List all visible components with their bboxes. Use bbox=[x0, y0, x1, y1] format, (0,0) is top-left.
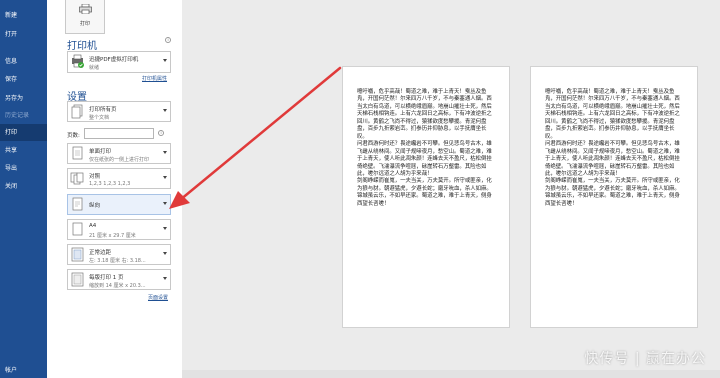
paper-size-dropdown[interactable]: A4 21 厘米 x 29.7 厘米 bbox=[67, 219, 171, 240]
sides-dropdown[interactable]: 单面打印 仅在纸张的一侧上进行打印 bbox=[67, 143, 171, 164]
portrait-orientation-icon bbox=[72, 197, 83, 211]
document-pages-icon bbox=[71, 104, 83, 119]
page-setup-link[interactable]: 页面设置 bbox=[148, 294, 168, 301]
preview-page-1: 噫吁嚱，危乎高哉！蜀道之难，难于上青天！蚕丛及鱼凫，开国何茫然！尔来四万八千岁，… bbox=[342, 66, 510, 328]
printer-status: 就绪 bbox=[89, 65, 100, 71]
print-button-label: 打印 bbox=[79, 21, 90, 27]
pages-per-sheet-icon bbox=[71, 272, 84, 287]
collate-dropdown[interactable]: 对照 1,2,3 1,2,3 1,2,3 bbox=[67, 168, 171, 189]
collate-icon bbox=[70, 172, 84, 185]
nav-item-share[interactable]: 共享 bbox=[0, 142, 47, 159]
single-sided-icon bbox=[72, 146, 83, 160]
pdf-printer-icon bbox=[72, 54, 84, 68]
pages-input[interactable] bbox=[84, 128, 154, 139]
pages-per-sheet-label: 每版打印 1 页 bbox=[89, 275, 124, 281]
pages-per-sheet-dropdown[interactable]: 每版打印 1 页 缩放到 14 厘米 x 20.3... bbox=[67, 269, 171, 290]
orientation-dropdown[interactable]: 纵向 bbox=[67, 194, 171, 215]
printer-name: 迅捷PDF虚拟打印机 bbox=[89, 57, 139, 63]
paper-size-label: A4 bbox=[89, 223, 97, 229]
chevron-down-icon bbox=[163, 227, 167, 230]
preview-page-2-text: 噫吁嚱，危乎高哉！蜀道之难，难于上青天！蚕丛及鱼凫，开国何茫然！尔来四万八千岁，… bbox=[545, 89, 680, 207]
margins-detail: 左: 3.18 厘米 右: 3.18... bbox=[89, 258, 146, 264]
print-scope-dropdown[interactable]: 打印所有页 整个文档 bbox=[67, 101, 171, 122]
print-backstage: 新建 打开 信息 保存 另存为 历史记录 打印 共享 导出 关闭 帐户 打印 打… bbox=[0, 0, 720, 378]
nav-item-export[interactable]: 导出 bbox=[0, 160, 47, 177]
print-preview: 噫吁嚱，危乎高哉！蜀道之难，难于上青天！蚕丛及鱼凫，开国何茫然！尔来四万八千岁，… bbox=[182, 0, 720, 378]
preview-page-1-text: 噫吁嚱，危乎高哉！蜀道之难，难于上青天！蚕丛及鱼凫，开国何茫然！尔来四万八千岁，… bbox=[357, 89, 492, 207]
nav-item-save[interactable]: 保存 bbox=[0, 71, 47, 88]
chevron-down-icon bbox=[163, 109, 167, 112]
print-settings-panel: 打印 打印机 i 迅捷PDF虚拟打印机 就绪 打印机属性 设置 打印所有页 整个… bbox=[47, 0, 182, 378]
chevron-down-icon bbox=[163, 176, 167, 179]
collate-detail: 1,2,3 1,2,3 1,2,3 bbox=[89, 181, 131, 187]
margins-icon bbox=[71, 247, 84, 262]
print-scope-detail: 整个文档 bbox=[89, 115, 110, 121]
info-icon[interactable]: i bbox=[165, 37, 171, 43]
chevron-down-icon bbox=[163, 202, 167, 205]
nav-item-info[interactable]: 信息 bbox=[0, 53, 47, 70]
printer-section-title: 打印机 bbox=[67, 41, 97, 52]
nav-item-history[interactable]: 历史记录 bbox=[0, 107, 47, 124]
nav-item-close[interactable]: 关闭 bbox=[0, 178, 47, 195]
print-button[interactable]: 打印 bbox=[65, 0, 105, 34]
printer-properties-link[interactable]: 打印机属性 bbox=[142, 75, 167, 82]
chevron-down-icon bbox=[163, 59, 167, 62]
nav-item-open[interactable]: 打开 bbox=[0, 26, 47, 43]
margins-dropdown[interactable]: 正常边距 左: 3.18 厘米 右: 3.18... bbox=[67, 244, 171, 265]
chevron-down-icon bbox=[163, 252, 167, 255]
sides-detail: 仅在纸张的一侧上进行打印 bbox=[89, 157, 150, 163]
info-icon[interactable]: i bbox=[158, 130, 164, 136]
pages-label: 页数: bbox=[67, 133, 80, 139]
watermark-text: 快传号 | 赢在办公 bbox=[584, 351, 706, 367]
pages-per-sheet-detail: 缩放到 14 厘米 x 20.3... bbox=[89, 283, 146, 289]
collate-label: 对照 bbox=[89, 174, 101, 180]
backstage-nav: 新建 打开 信息 保存 另存为 历史记录 打印 共享 导出 关闭 帐户 bbox=[0, 0, 47, 378]
chevron-down-icon bbox=[163, 151, 167, 154]
nav-item-new[interactable]: 新建 bbox=[0, 7, 47, 24]
nav-item-print[interactable]: 打印 bbox=[0, 124, 47, 141]
print-scope-label: 打印所有页 bbox=[89, 107, 117, 113]
sides-label: 单面打印 bbox=[89, 149, 112, 155]
nav-item-save-as[interactable]: 另存为 bbox=[0, 90, 47, 107]
printer-icon bbox=[79, 4, 92, 14]
chevron-down-icon bbox=[163, 277, 167, 280]
preview-page-2: 噫吁嚱，危乎高哉！蜀道之难，难于上青天！蚕丛及鱼凫，开国何茫然！尔来四万八千岁，… bbox=[530, 66, 698, 328]
nav-item-account[interactable]: 帐户 bbox=[0, 362, 47, 378]
orientation-label: 纵向 bbox=[89, 203, 101, 209]
margins-label: 正常边距 bbox=[89, 250, 112, 256]
preview-horizontal-scrollbar[interactable] bbox=[182, 370, 720, 378]
paper-size-detail: 21 厘米 x 29.7 厘米 bbox=[89, 233, 136, 239]
paper-size-icon bbox=[72, 222, 83, 236]
printer-dropdown[interactable]: 迅捷PDF虚拟打印机 就绪 bbox=[67, 51, 171, 73]
